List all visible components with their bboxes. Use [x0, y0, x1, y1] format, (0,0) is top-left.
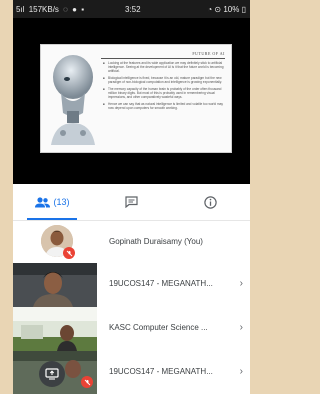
status-bar: 5ıl 157KB/s ◌ ● ▪ 3:52 ◔ ⊙ 10% ▯: [13, 0, 250, 18]
participant-name: 19UCOS147 - MEGANATH...: [109, 367, 213, 376]
clock: 3:52: [125, 5, 141, 14]
shared-slide: FUTURE OF AI Looking at the features and…: [40, 44, 232, 153]
participant-name: 19UCOS147 - MEGANATH...: [109, 279, 213, 288]
battery-level: 10%: [223, 5, 240, 14]
chat-notification-icon: ▪: [81, 5, 85, 14]
people-count: (13): [53, 197, 70, 207]
meeting-tabs: (13): [13, 184, 250, 221]
presentation-stage[interactable]: FUTURE OF AI Looking at the features and…: [13, 18, 250, 184]
mic-off-icon: [63, 247, 75, 259]
slide-title: FUTURE OF AI: [192, 51, 225, 56]
participant-list: Gopinath Duraisamy (You) 19UCOS147 - MEG…: [13, 221, 250, 394]
signal-indicator: 5ıl: [16, 5, 25, 14]
slide-bullet: The memory capacity of the human brain i…: [103, 87, 225, 99]
tab-people[interactable]: (13): [13, 184, 92, 220]
slide-divider: [101, 58, 225, 59]
data-rate: 157KB/s: [28, 5, 59, 14]
robot-image: [51, 55, 95, 145]
participant-name: Gopinath Duraisamy (You): [109, 237, 203, 246]
chat-icon: [125, 196, 138, 208]
alarm-icon: ⊙: [214, 5, 222, 14]
active-tab-indicator: [27, 218, 77, 220]
people-icon: [35, 196, 51, 207]
battery-icon: ▯: [241, 5, 246, 14]
slide-bullet: Hence we can say that as natural intelli…: [103, 102, 225, 110]
chevron-right-icon[interactable]: ›: [240, 263, 243, 305]
slide-bullet: Biological intelligence is fixed, becaus…: [103, 76, 225, 84]
participant-row-self[interactable]: Gopinath Duraisamy (You): [13, 221, 250, 263]
chevron-right-icon[interactable]: ›: [240, 307, 243, 349]
sync-icon: ◔: [207, 5, 213, 14]
tab-chat[interactable]: [92, 184, 171, 220]
participant-row[interactable]: 19UCOS147 - MEGANATH... ›: [13, 351, 250, 393]
participant-name: KASC Computer Science ...: [109, 323, 208, 332]
participant-row[interactable]: KASC Computer Science ... ›: [13, 307, 250, 349]
phone-screen: 5ıl 157KB/s ◌ ● ▪ 3:52 ◔ ⊙ 10% ▯ FUTURE …: [13, 0, 250, 394]
chevron-right-icon[interactable]: ›: [240, 351, 243, 393]
notification-icon: ●: [72, 5, 78, 14]
whatsapp-icon: ◌: [63, 5, 68, 14]
info-icon: [204, 195, 217, 209]
tab-info[interactable]: [171, 184, 250, 220]
participant-row[interactable]: 19UCOS147 - MEGANATH... ›: [13, 263, 250, 305]
slide-bullet: Looking at the features and its wide app…: [103, 61, 225, 73]
slide-bullets: Looking at the features and its wide app…: [103, 61, 225, 113]
